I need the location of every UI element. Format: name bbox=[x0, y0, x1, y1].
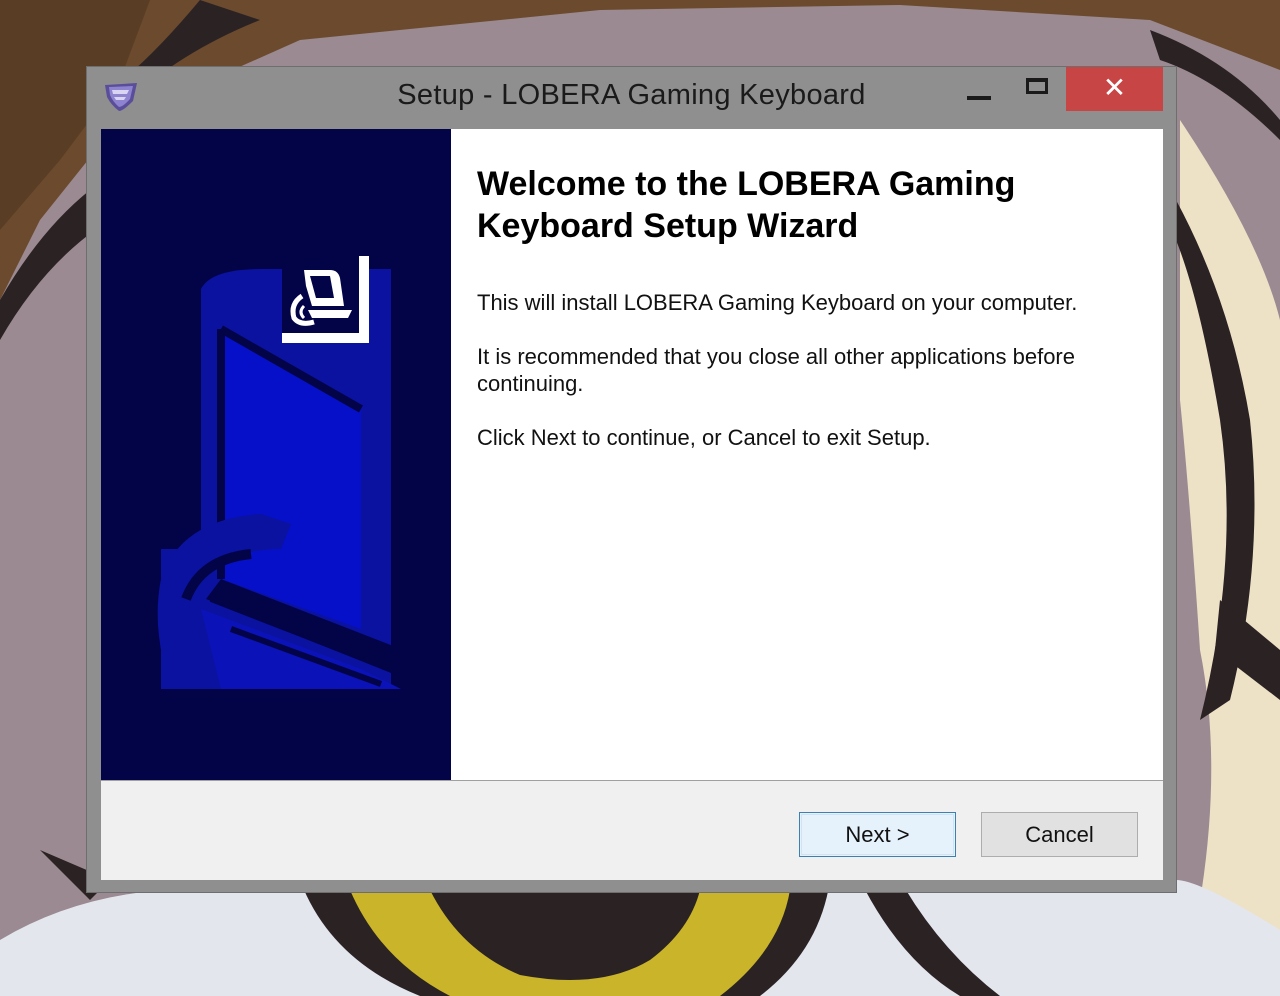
close-apps-recommendation: It is recommended that you close all oth… bbox=[477, 344, 1075, 396]
computer-art bbox=[157, 269, 401, 689]
continue-instructions: Click Next to continue, or Cancel to exi… bbox=[477, 425, 931, 450]
maximize-icon bbox=[1026, 78, 1048, 94]
setup-window[interactable]: Setup - LOBERA Gaming Keyboard ✕ Welcome… bbox=[86, 66, 1177, 893]
next-button[interactable]: Next > bbox=[799, 812, 956, 857]
wizard-client-area: Welcome to the LOBERA Gaming Keyboard Se… bbox=[101, 129, 1163, 880]
computer-install-icon bbox=[282, 256, 369, 343]
welcome-heading: Welcome to the LOBERA Gaming Keyboard Se… bbox=[477, 165, 1016, 245]
minimize-button[interactable] bbox=[951, 67, 1007, 111]
wizard-button-bar: Next > Cancel bbox=[101, 780, 1163, 880]
maximize-button[interactable] bbox=[1009, 67, 1065, 111]
cancel-button[interactable]: Cancel bbox=[981, 812, 1138, 857]
close-button[interactable]: ✕ bbox=[1066, 67, 1163, 111]
close-icon: ✕ bbox=[1102, 70, 1127, 104]
wizard-content: Welcome to the LOBERA Gaming Keyboard Se… bbox=[451, 129, 1163, 780]
minimize-icon bbox=[967, 96, 991, 100]
install-description: This will install LOBERA Gaming Keyboard… bbox=[477, 290, 1078, 315]
wizard-side-image bbox=[101, 129, 451, 780]
title-bar[interactable]: Setup - LOBERA Gaming Keyboard ✕ bbox=[87, 67, 1176, 129]
